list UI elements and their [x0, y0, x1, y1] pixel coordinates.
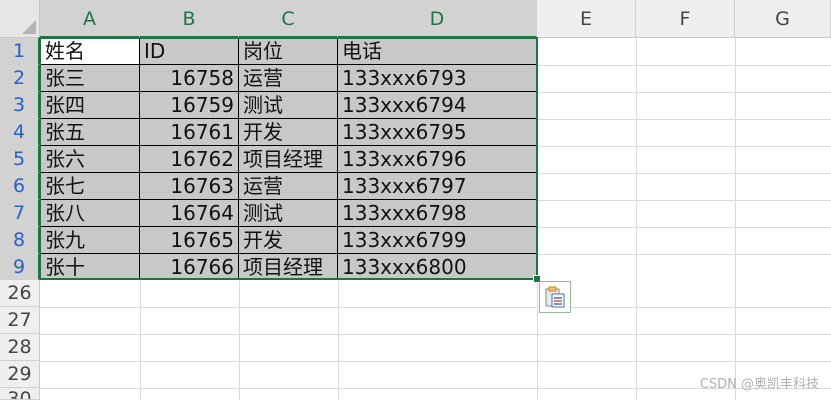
table-cell-phone[interactable]: 133xxx6798 [338, 200, 536, 227]
table-cell-phone[interactable]: 133xxx6793 [338, 65, 536, 92]
select-all-button[interactable] [0, 0, 40, 38]
row-header-5[interactable]: 5 [0, 146, 40, 173]
gridline [537, 227, 831, 228]
cell-d1[interactable]: 电话 [338, 38, 536, 65]
watermark: CSDN @奥凯丰科技 [699, 377, 819, 392]
row-header-1[interactable]: 1 [0, 38, 40, 65]
table-cell-name[interactable]: 张六 [41, 146, 139, 173]
table-cell-name[interactable]: 张四 [41, 92, 139, 119]
row-header-6[interactable]: 6 [0, 173, 40, 200]
table-cell-position[interactable]: 项目经理 [239, 146, 337, 173]
row-header-8[interactable]: 8 [0, 227, 40, 254]
table-cell-position[interactable]: 运营 [239, 173, 337, 200]
table-cell-position[interactable]: 测试 [239, 92, 337, 119]
table-cell-position[interactable]: 开发 [239, 227, 337, 254]
row-header-2[interactable]: 2 [0, 65, 40, 92]
row-header-29[interactable]: 29 [0, 361, 40, 388]
column-header-g[interactable]: G [735, 0, 831, 38]
table-cell-position[interactable]: 开发 [239, 119, 337, 146]
table-cell-id[interactable]: 16762 [140, 146, 238, 173]
cell-c1[interactable]: 岗位 [239, 38, 337, 65]
row-header-9[interactable]: 9 [0, 254, 40, 280]
table-cell-position[interactable]: 测试 [239, 200, 337, 227]
table-cell-name[interactable]: 张五 [41, 119, 139, 146]
row-header-26[interactable]: 26 [0, 280, 40, 307]
gridline [140, 280, 141, 400]
table-cell-phone[interactable]: 133xxx6794 [338, 92, 536, 119]
table-cell-id[interactable]: 16764 [140, 200, 238, 227]
column-header-d[interactable]: D [338, 0, 537, 38]
row-header-4[interactable]: 4 [0, 119, 40, 146]
gridline [537, 200, 831, 201]
table-cell-id[interactable]: 16761 [140, 119, 238, 146]
gridline [537, 146, 831, 147]
table-cell-name[interactable]: 张七 [41, 173, 139, 200]
row-header-30[interactable]: 30 [0, 388, 40, 400]
table-cell-id[interactable]: 16758 [140, 65, 238, 92]
gridline [40, 307, 831, 308]
table-cell-id[interactable]: 16766 [140, 254, 238, 280]
table-cell-id[interactable]: 16763 [140, 173, 238, 200]
gridline [40, 361, 831, 362]
column-header-e[interactable]: E [537, 0, 636, 38]
table-cell-phone[interactable]: 133xxx6799 [338, 227, 536, 254]
table-cell-id[interactable]: 16765 [140, 227, 238, 254]
gridline [40, 334, 831, 335]
column-header-a[interactable]: A [40, 0, 140, 38]
gridline [537, 119, 831, 120]
table-cell-phone[interactable]: 133xxx6797 [338, 173, 536, 200]
gridline [537, 65, 831, 66]
table-cell-phone[interactable]: 133xxx6800 [338, 254, 536, 280]
gridline [338, 280, 339, 400]
table-cell-name[interactable]: 张三 [41, 65, 139, 92]
column-header-c[interactable]: C [239, 0, 338, 38]
row-header-27[interactable]: 27 [0, 307, 40, 334]
table-cell-position[interactable]: 项目经理 [239, 254, 337, 280]
table-cell-phone[interactable]: 133xxx6795 [338, 119, 536, 146]
gridline [537, 173, 831, 174]
row-header-28[interactable]: 28 [0, 334, 40, 361]
row-header-3[interactable]: 3 [0, 92, 40, 119]
table-cell-name[interactable]: 张九 [41, 227, 139, 254]
column-header-f[interactable]: F [636, 0, 735, 38]
cell-b1[interactable]: ID [140, 38, 238, 65]
table-cell-name[interactable]: 张十 [41, 254, 139, 280]
row-header-7[interactable]: 7 [0, 200, 40, 227]
gridline [537, 92, 831, 93]
table-cell-phone[interactable]: 133xxx6796 [338, 146, 536, 173]
gridline [239, 280, 240, 400]
column-header-b[interactable]: B [140, 0, 239, 38]
table-cell-id[interactable]: 16759 [140, 92, 238, 119]
gridline [537, 254, 831, 255]
paste-options-icon [545, 286, 565, 308]
paste-options-button[interactable] [539, 281, 571, 313]
table-cell-position[interactable]: 运营 [239, 65, 337, 92]
cell-a1[interactable]: 姓名 [41, 38, 139, 65]
table-cell-name[interactable]: 张八 [41, 200, 139, 227]
spreadsheet-grid[interactable]: A B C D E F G 1 2 3 4 5 6 7 8 9 26 27 28… [0, 0, 831, 400]
